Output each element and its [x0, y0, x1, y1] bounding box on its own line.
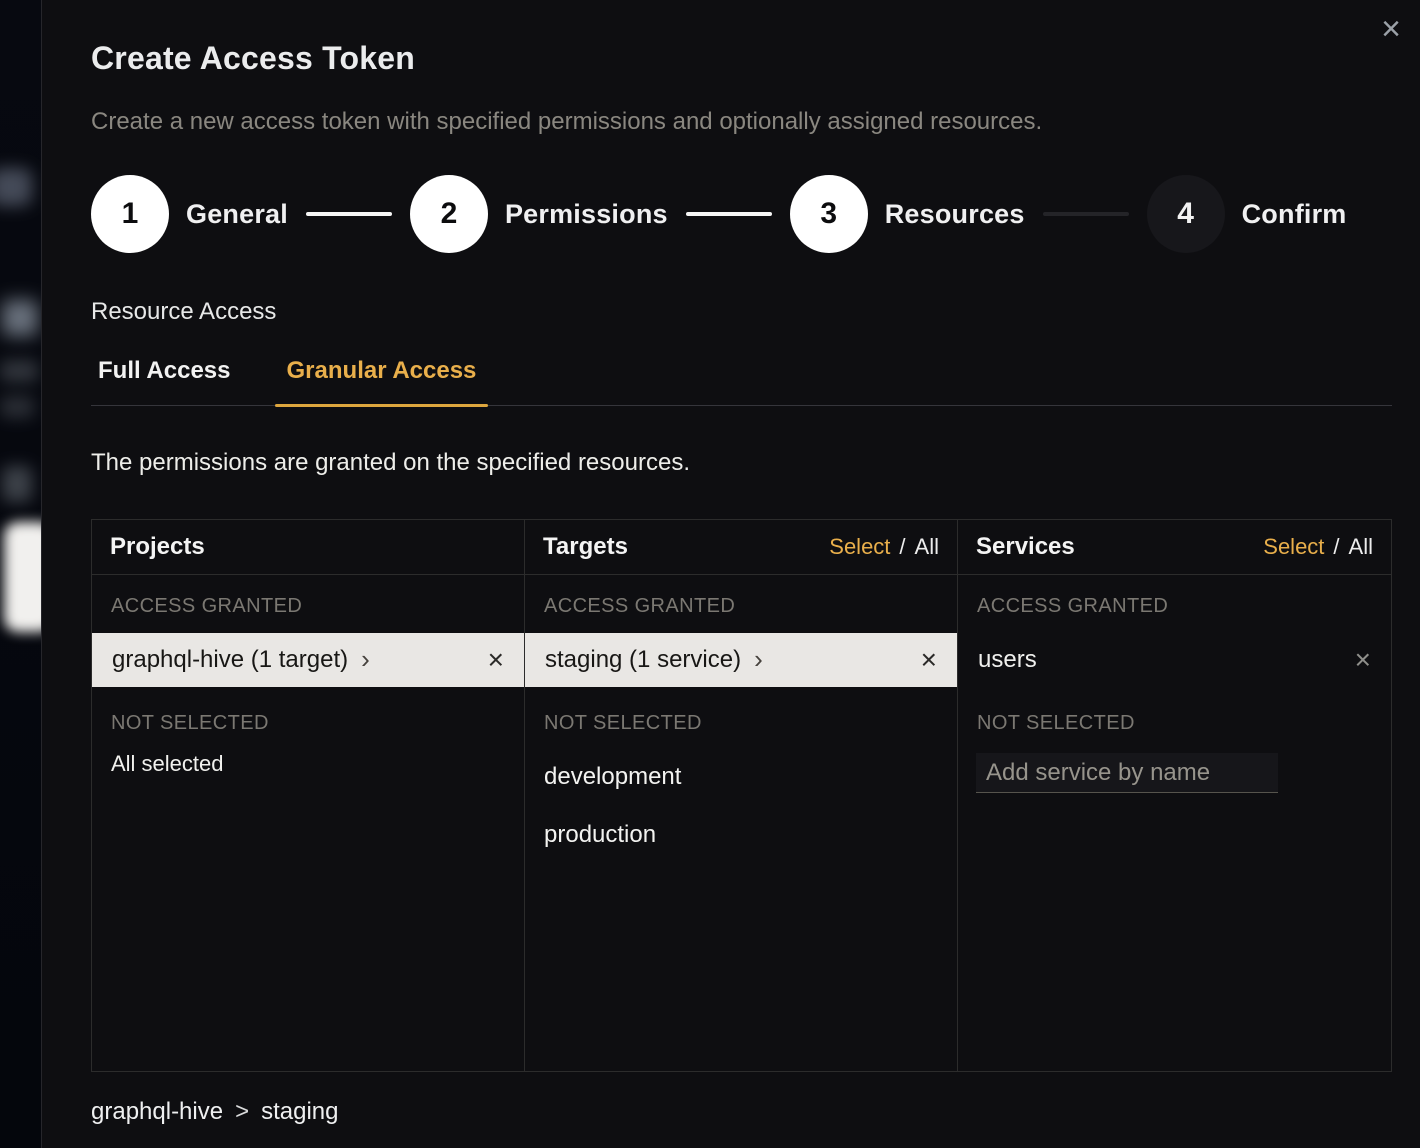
targets-column-header: Targets Select / All [525, 520, 957, 575]
blurred-sidebar-item [0, 168, 32, 206]
remove-icon: × [1355, 644, 1371, 675]
dialog-title: Create Access Token [91, 40, 1392, 76]
chevron-right-icon: › [754, 646, 763, 672]
stepper: 1 General 2 Permissions 3 Resources 4 Co… [91, 175, 1392, 253]
select-all-divider: / [899, 534, 905, 560]
step-resources-label: Resources [885, 199, 1025, 230]
background-page-blur [0, 0, 41, 1148]
services-header-actions: Select / All [1263, 534, 1373, 560]
breadcrumb-project[interactable]: graphql-hive [91, 1098, 223, 1126]
targets-all-link[interactable]: All [915, 534, 939, 560]
service-row-label: users [978, 646, 1037, 674]
blurred-sidebar-item [0, 396, 34, 418]
services-select-link[interactable]: Select [1263, 534, 1324, 560]
blurred-sidebar-item [2, 300, 38, 336]
step-general-circle: 1 [91, 175, 169, 253]
breadcrumb-target[interactable]: staging [261, 1098, 338, 1126]
breadcrumb: graphql-hive > staging [91, 1098, 1392, 1126]
step-permissions-circle: 2 [410, 175, 488, 253]
tab-full-access[interactable]: Full Access [98, 357, 231, 405]
all-selected-note: All selected [92, 735, 524, 777]
remove-icon: × [488, 644, 504, 675]
resource-access-heading: Resource Access [91, 299, 1392, 325]
step-confirm-label: Confirm [1242, 199, 1347, 230]
breadcrumb-separator-icon: > [235, 1098, 249, 1126]
chevron-right-icon: › [361, 646, 370, 672]
targets-header-actions: Select / All [829, 534, 939, 560]
step-connector [686, 212, 772, 216]
remove-target-button[interactable]: × [921, 646, 937, 674]
remove-icon: × [921, 644, 937, 675]
not-selected-label: NOT SELECTED [525, 687, 957, 735]
blurred-sidebar-item [0, 360, 38, 382]
tab-granular-access[interactable]: Granular Access [287, 357, 477, 405]
remove-project-button[interactable]: × [488, 646, 504, 674]
step-general[interactable]: 1 General [91, 175, 288, 253]
step-permissions-label: Permissions [505, 199, 668, 230]
resource-access-tabs: Full Access Granular Access [91, 357, 1392, 406]
close-icon: × [1381, 10, 1401, 48]
targets-select-link[interactable]: Select [829, 534, 890, 560]
access-granted-label: ACCESS GRANTED [92, 575, 524, 618]
not-selected-label: NOT SELECTED [92, 687, 524, 735]
projects-column-title: Projects [110, 533, 205, 561]
access-granted-label: ACCESS GRANTED [958, 575, 1391, 618]
project-row-graphql-hive[interactable]: graphql-hive (1 target) › × [92, 633, 524, 687]
step-permissions[interactable]: 2 Permissions [410, 175, 668, 253]
step-resources[interactable]: 3 Resources [790, 175, 1025, 253]
projects-column: Projects ACCESS GRANTED graphql-hive (1 … [92, 520, 525, 1071]
services-column: Services Select / All ACCESS GRANTED use… [958, 520, 1391, 1071]
step-confirm-circle: 4 [1147, 175, 1225, 253]
step-connector [1043, 212, 1129, 216]
service-row-content: users [978, 646, 1037, 674]
step-confirm[interactable]: 4 Confirm [1147, 175, 1347, 253]
create-access-token-dialog: × Create Access Token Create a new acces… [41, 0, 1420, 1148]
select-all-divider: / [1333, 534, 1339, 560]
project-row-content: graphql-hive (1 target) › [112, 646, 370, 674]
target-row-development[interactable]: development [525, 749, 957, 805]
targets-column-title: Targets [543, 533, 628, 561]
step-resources-circle: 3 [790, 175, 868, 253]
resource-selection-table: Projects ACCESS GRANTED graphql-hive (1 … [91, 519, 1392, 1072]
blurred-sidebar-card [4, 522, 41, 632]
service-row-users[interactable]: users × [958, 633, 1391, 687]
blurred-sidebar-item [2, 466, 32, 502]
access-granted-label: ACCESS GRANTED [525, 575, 957, 618]
close-button[interactable]: × [1370, 8, 1412, 50]
dialog-subtitle: Create a new access token with specified… [91, 108, 1392, 136]
remove-service-button[interactable]: × [1355, 646, 1371, 674]
target-row-content: staging (1 service) › [545, 646, 763, 674]
targets-column: Targets Select / All ACCESS GRANTED stag… [525, 520, 958, 1071]
resource-access-description: The permissions are granted on the speci… [91, 449, 1392, 477]
target-row-label: staging (1 service) [545, 646, 741, 674]
step-general-label: General [186, 199, 288, 230]
target-row-production[interactable]: production [525, 807, 957, 863]
services-all-link[interactable]: All [1349, 534, 1373, 560]
project-row-label: graphql-hive (1 target) [112, 646, 348, 674]
projects-column-header: Projects [92, 520, 524, 575]
services-column-header: Services Select / All [958, 520, 1391, 575]
add-service-input[interactable] [976, 753, 1278, 793]
target-row-staging[interactable]: staging (1 service) › × [525, 633, 957, 687]
step-connector [306, 212, 392, 216]
services-column-title: Services [976, 533, 1075, 561]
not-selected-label: NOT SELECTED [958, 687, 1391, 735]
